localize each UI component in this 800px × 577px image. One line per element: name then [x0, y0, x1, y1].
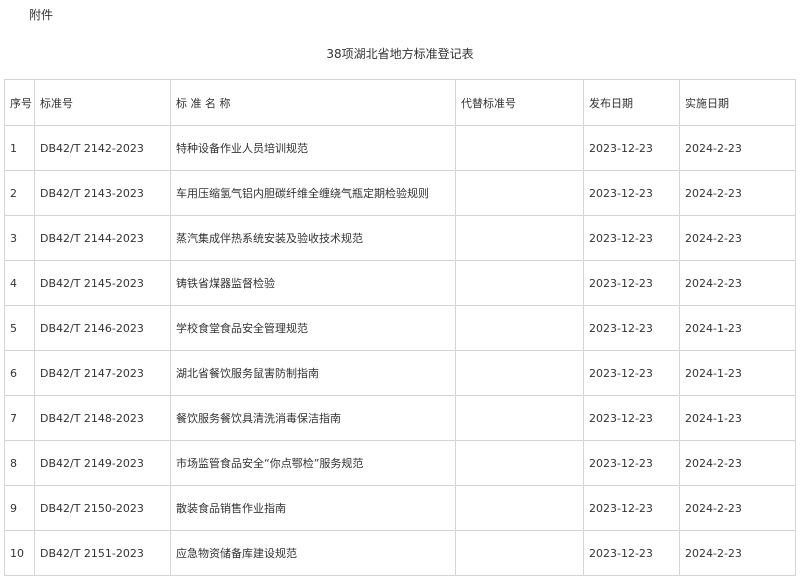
- cell-publish-date: 2023-12-23: [583, 215, 680, 261]
- header-publish-date: 发布日期: [583, 79, 680, 126]
- cell-publish-date: 2023-12-23: [583, 395, 680, 441]
- cell-name: 餐饮服务餐饮具清洗消毒保洁指南: [170, 395, 456, 441]
- table-row: 1 DB42/T 2142-2023 特种设备作业人员培训规范 2023-12-…: [4, 125, 796, 171]
- table-row: 7 DB42/T 2148-2023 餐饮服务餐饮具清洗消毒保洁指南 2023-…: [4, 395, 796, 441]
- header-name: 标 准 名 称: [170, 79, 456, 126]
- header-seq: 序号: [4, 79, 35, 126]
- cell-implement-date: 2024-1-23: [679, 305, 796, 351]
- cell-implement-date: 2024-2-23: [679, 125, 796, 171]
- cell-implement-date: 2024-2-23: [679, 170, 796, 216]
- cell-code: DB42/T 2142-2023: [34, 125, 171, 171]
- table-row: 4 DB42/T 2145-2023 铸铁省煤器监督检验 2023-12-23 …: [4, 260, 796, 306]
- attachment-label: 附件: [29, 8, 54, 22]
- cell-code: DB42/T 2149-2023: [34, 440, 171, 486]
- cell-publish-date: 2023-12-23: [583, 305, 680, 351]
- cell-code: DB42/T 2143-2023: [34, 170, 171, 216]
- cell-implement-date: 2024-1-23: [679, 395, 796, 441]
- cell-replaces: [455, 305, 584, 351]
- cell-implement-date: 2024-2-23: [679, 530, 796, 576]
- cell-code: DB42/T 2151-2023: [34, 530, 171, 576]
- cell-replaces: [455, 485, 584, 531]
- cell-publish-date: 2023-12-23: [583, 170, 680, 216]
- document-title: 38项湖北省地方标准登记表: [326, 47, 474, 61]
- cell-code: DB42/T 2147-2023: [34, 350, 171, 396]
- header-code: 标准号: [34, 79, 171, 126]
- cell-seq: 9: [4, 485, 35, 531]
- cell-implement-date: 2024-2-23: [679, 215, 796, 261]
- table-row: 2 DB42/T 2143-2023 车用压缩氢气铝内胆碳纤维全缠绕气瓶定期检验…: [4, 170, 796, 216]
- cell-publish-date: 2023-12-23: [583, 485, 680, 531]
- cell-name: 车用压缩氢气铝内胆碳纤维全缠绕气瓶定期检验规则: [170, 170, 456, 216]
- table-row: 8 DB42/T 2149-2023 市场监管食品安全“你点鄂检”服务规范 20…: [4, 440, 796, 486]
- header-implement-date: 实施日期: [679, 79, 796, 126]
- cell-publish-date: 2023-12-23: [583, 530, 680, 576]
- cell-name: 学校食堂食品安全管理规范: [170, 305, 456, 351]
- table-row: 9 DB42/T 2150-2023 散装食品销售作业指南 2023-12-23…: [4, 485, 796, 531]
- cell-name: 市场监管食品安全“你点鄂检”服务规范: [170, 440, 456, 486]
- cell-name: 蒸汽集成伴热系统安装及验收技术规范: [170, 215, 456, 261]
- cell-seq: 5: [4, 305, 35, 351]
- cell-code: DB42/T 2146-2023: [34, 305, 171, 351]
- cell-publish-date: 2023-12-23: [583, 440, 680, 486]
- cell-code: DB42/T 2145-2023: [34, 260, 171, 306]
- cell-implement-date: 2024-2-23: [679, 485, 796, 531]
- cell-implement-date: 2024-1-23: [679, 350, 796, 396]
- header-replaces: 代替标准号: [455, 79, 584, 126]
- cell-replaces: [455, 350, 584, 396]
- cell-name: 特种设备作业人员培训规范: [170, 125, 456, 171]
- cell-code: DB42/T 2150-2023: [34, 485, 171, 531]
- cell-publish-date: 2023-12-23: [583, 350, 680, 396]
- cell-publish-date: 2023-12-23: [583, 125, 680, 171]
- cell-seq: 1: [4, 125, 35, 171]
- standards-registration-table: 序号 标准号 标 准 名 称 代替标准号 发布日期 实施日期 1 DB42/T …: [4, 79, 796, 576]
- cell-name: 湖北省餐饮服务鼠害防制指南: [170, 350, 456, 396]
- cell-implement-date: 2024-2-23: [679, 440, 796, 486]
- cell-name: 铸铁省煤器监督检验: [170, 260, 456, 306]
- cell-replaces: [455, 440, 584, 486]
- table-row: 10 DB42/T 2151-2023 应急物资储备库建设规范 2023-12-…: [4, 530, 796, 576]
- cell-seq: 8: [4, 440, 35, 486]
- cell-seq: 4: [4, 260, 35, 306]
- cell-code: DB42/T 2144-2023: [34, 215, 171, 261]
- cell-name: 应急物资储备库建设规范: [170, 530, 456, 576]
- standards-table-container: 序号 标准号 标 准 名 称 代替标准号 发布日期 实施日期 1 DB42/T …: [4, 79, 796, 576]
- cell-replaces: [455, 260, 584, 306]
- cell-replaces: [455, 170, 584, 216]
- cell-publish-date: 2023-12-23: [583, 260, 680, 306]
- cell-seq: 6: [4, 350, 35, 396]
- cell-seq: 10: [4, 530, 35, 576]
- cell-replaces: [455, 395, 584, 441]
- table-row: 5 DB42/T 2146-2023 学校食堂食品安全管理规范 2023-12-…: [4, 305, 796, 351]
- cell-implement-date: 2024-2-23: [679, 260, 796, 306]
- cell-replaces: [455, 125, 584, 171]
- cell-replaces: [455, 215, 584, 261]
- cell-name: 散装食品销售作业指南: [170, 485, 456, 531]
- table-row: 3 DB42/T 2144-2023 蒸汽集成伴热系统安装及验收技术规范 202…: [4, 215, 796, 261]
- cell-code: DB42/T 2148-2023: [34, 395, 171, 441]
- table-row: 6 DB42/T 2147-2023 湖北省餐饮服务鼠害防制指南 2023-12…: [4, 350, 796, 396]
- cell-seq: 7: [4, 395, 35, 441]
- cell-seq: 3: [4, 215, 35, 261]
- table-header-row: 序号 标准号 标 准 名 称 代替标准号 发布日期 实施日期: [4, 79, 796, 126]
- cell-seq: 2: [4, 170, 35, 216]
- cell-replaces: [455, 530, 584, 576]
